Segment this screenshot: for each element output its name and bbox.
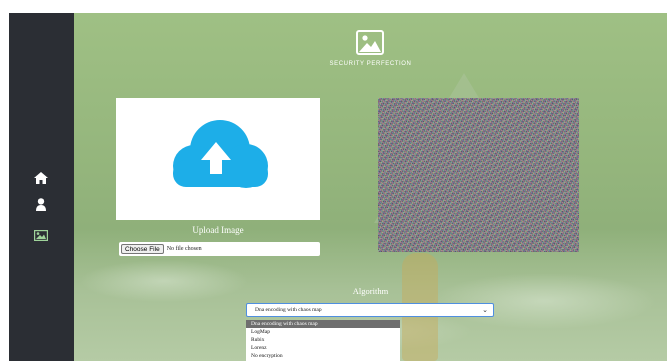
image-icon	[34, 229, 48, 241]
choose-file-button[interactable]: Choose File	[121, 244, 164, 254]
file-input[interactable]: Choose File No file chosen	[119, 242, 320, 256]
algorithm-label: Algorithm	[352, 286, 389, 296]
main-content: SECURITY PERFECTION Upload Image Choose …	[74, 13, 667, 361]
algorithm-select[interactable]: Dna encoding with chaos map ⌄	[246, 303, 494, 317]
upload-label: Upload Image	[192, 225, 244, 235]
chevron-down-icon: ⌄	[482, 306, 488, 314]
algorithm-option[interactable]: No encryption	[246, 352, 400, 360]
sidebar	[9, 13, 74, 361]
algorithm-option[interactable]: Dna encoding with chaos map	[246, 320, 400, 328]
app-window: SECURITY PERFECTION Upload Image Choose …	[9, 13, 667, 361]
algorithm-select-value: Dna encoding with chaos map	[255, 307, 322, 313]
sidebar-item-user[interactable]	[30, 194, 52, 214]
file-status: No file chosen	[166, 246, 202, 252]
algorithm-option[interactable]: LogMap	[246, 328, 400, 336]
cloud-upload-icon	[173, 120, 268, 188]
upload-dropzone[interactable]	[116, 98, 320, 220]
sidebar-item-home[interactable]	[30, 168, 52, 188]
algorithm-dropdown: Dna encoding with chaos map LogMap Rubix…	[246, 320, 400, 361]
page-title: SECURITY PERFECTION	[329, 61, 412, 67]
encrypted-image-preview	[378, 98, 579, 252]
sidebar-item-image[interactable]	[30, 225, 52, 245]
image-icon	[356, 30, 384, 55]
user-icon	[36, 197, 46, 211]
algorithm-option[interactable]: Lorenz	[246, 344, 400, 352]
algorithm-option[interactable]: Rubix	[246, 336, 400, 344]
home-icon	[34, 172, 48, 184]
